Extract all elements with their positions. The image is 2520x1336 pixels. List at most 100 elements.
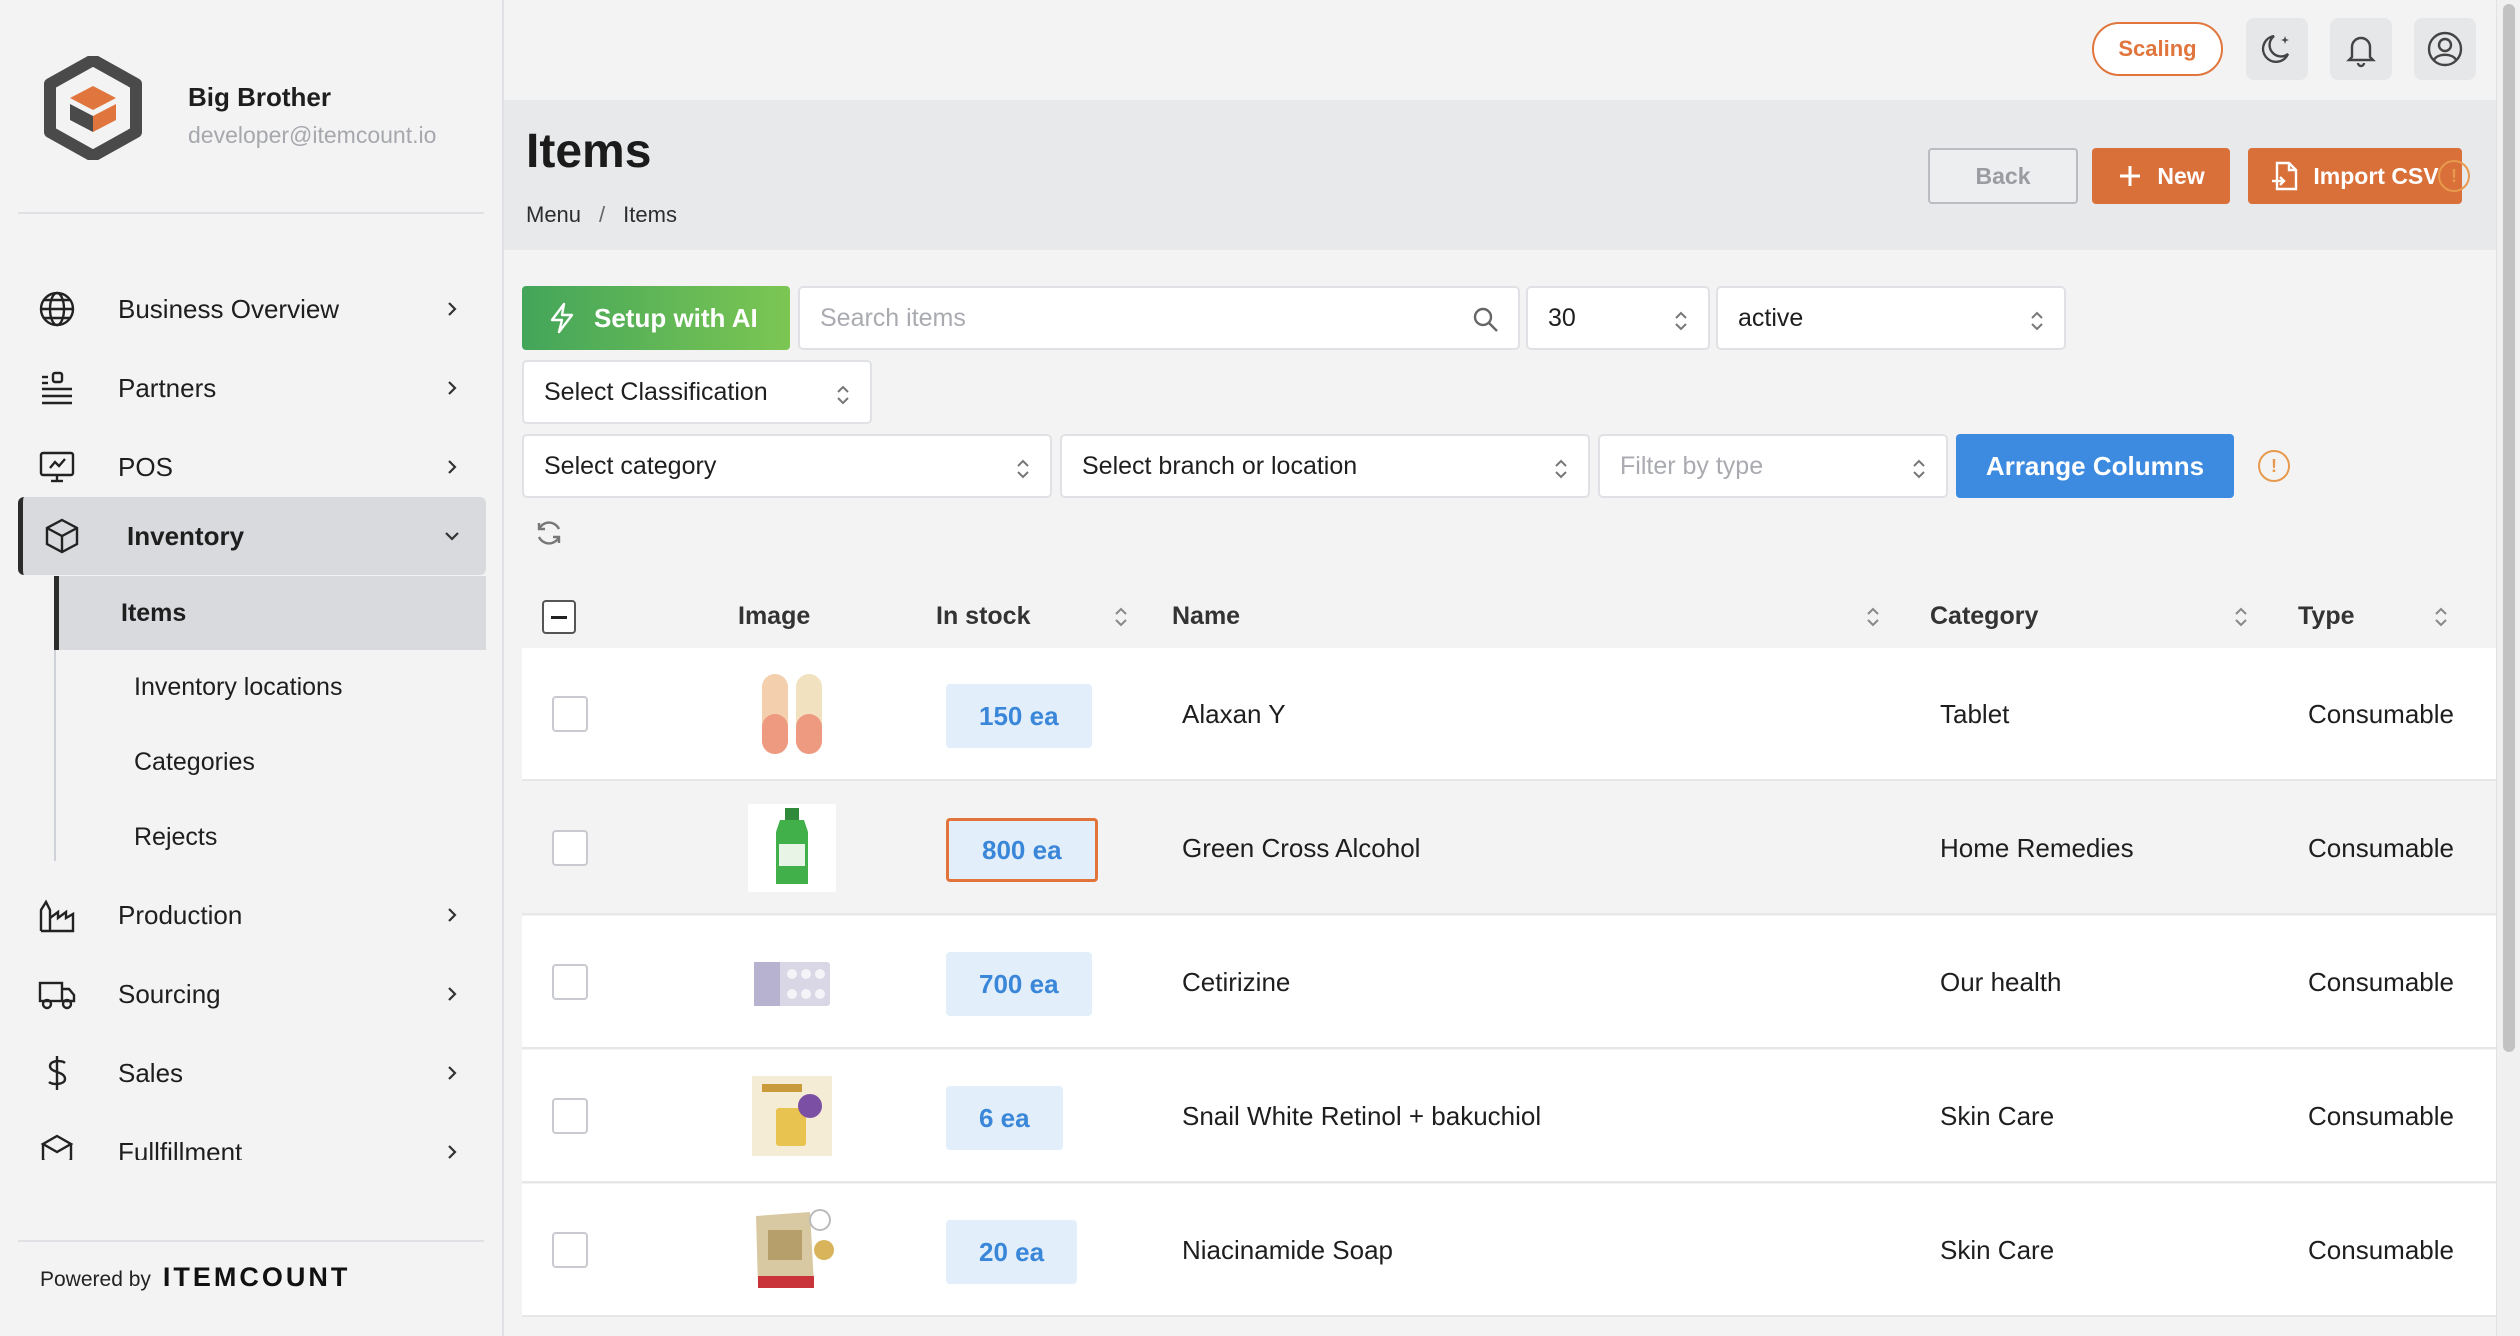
- breadcrumb-items: Items: [623, 202, 677, 227]
- column-header-type[interactable]: Type: [2298, 584, 2448, 648]
- branch-value: Select branch or location: [1082, 451, 1358, 480]
- classification-select[interactable]: Select Classification: [522, 360, 872, 424]
- new-button[interactable]: New: [2092, 148, 2230, 204]
- item-type: Consumable: [2308, 967, 2454, 997]
- chevron-right-icon: [448, 987, 457, 1001]
- sidebar-subitem-rejects[interactable]: Rejects: [54, 800, 486, 874]
- sidebar-divider-top: [18, 212, 484, 214]
- setup-with-ai-button[interactable]: Setup with AI: [522, 286, 790, 350]
- item-type: Consumable: [2308, 833, 2454, 863]
- sidebar-item-sales[interactable]: Sales: [18, 1034, 486, 1112]
- select-arrows-icon: [1555, 459, 1567, 479]
- search-input[interactable]: [820, 303, 1440, 333]
- back-button[interactable]: Back: [1928, 148, 2078, 204]
- sort-icon[interactable]: [1866, 606, 1880, 628]
- sidebar-subitem-inventory-locations[interactable]: Inventory locations: [54, 650, 486, 724]
- select-all-checkbox[interactable]: [542, 600, 576, 634]
- notifications-button[interactable]: [2330, 18, 2392, 80]
- search-icon[interactable]: [1472, 306, 1500, 334]
- moon-icon: [2261, 34, 2290, 64]
- factory-icon: [39, 899, 75, 933]
- row-checkbox[interactable]: [552, 964, 588, 1000]
- page-size-select[interactable]: 30: [1526, 286, 1710, 350]
- product-image-bottle: [748, 804, 836, 892]
- globe-icon: [39, 291, 75, 327]
- plus-icon: [2120, 166, 2141, 186]
- select-arrows-icon: [1913, 459, 1925, 479]
- new-button-label: New: [2157, 162, 2205, 189]
- scrollbar-thumb[interactable]: [2503, 4, 2515, 1052]
- sidebar-item-partners[interactable]: Partners: [18, 349, 486, 427]
- type-filter-select[interactable]: Filter by type: [1598, 434, 1948, 498]
- stock-badge[interactable]: 150 ea: [946, 684, 1092, 748]
- breadcrumb-menu[interactable]: Menu: [526, 202, 581, 228]
- column-header-category[interactable]: Category: [1930, 584, 2248, 648]
- user-email: developer@itemcount.io: [188, 122, 437, 148]
- sidebar-item-sourcing[interactable]: Sourcing: [18, 955, 486, 1033]
- row-checkbox[interactable]: [552, 1098, 588, 1134]
- category-select[interactable]: Select category: [522, 434, 1052, 498]
- page-title: Items: [526, 125, 652, 178]
- product-image-capsule: [748, 670, 836, 758]
- truck-icon: [38, 981, 76, 1010]
- select-arrows-icon: [1675, 311, 1687, 331]
- sidebar-divider-bottom: [18, 1240, 484, 1242]
- sidebar-subitem-categories[interactable]: Categories: [54, 725, 486, 799]
- arrange-columns-button[interactable]: Arrange Columns: [1956, 434, 2234, 498]
- table-row[interactable]: 6 ea Snail White Retinol + bakuchiol Ski…: [522, 1050, 2496, 1183]
- table-row[interactable]: 700 ea Cetirizine Our health Consumable: [522, 916, 2496, 1049]
- sidebar-item-label: Production: [118, 899, 243, 930]
- row-checkbox[interactable]: [552, 696, 588, 732]
- product-image-blister: [748, 938, 836, 1026]
- search-field[interactable]: [798, 286, 1520, 350]
- chevron-right-icon: [448, 302, 457, 316]
- column-header-in-stock[interactable]: In stock: [936, 584, 1128, 648]
- branch-select[interactable]: Select branch or location: [1060, 434, 1590, 498]
- sort-icon[interactable]: [2434, 606, 2448, 628]
- category-value: Select category: [544, 451, 717, 480]
- partners-icon: [42, 371, 72, 405]
- scaling-button[interactable]: Scaling: [2092, 22, 2223, 76]
- powered-by: Powered by ITEMCOUNT: [40, 1262, 350, 1293]
- row-checkbox[interactable]: [552, 1232, 588, 1268]
- table-row[interactable]: 20 ea Niacinamide Soap Skin Care Consuma…: [522, 1184, 2496, 1317]
- row-checkbox[interactable]: [552, 830, 588, 866]
- sidebar-item-business-overview[interactable]: Business Overview: [18, 270, 486, 348]
- profile-button[interactable]: [2414, 18, 2476, 80]
- sidebar-item-pos[interactable]: POS: [18, 428, 486, 506]
- sort-icon[interactable]: [1114, 606, 1128, 628]
- status-select[interactable]: active: [1716, 286, 2066, 350]
- sidebar-nav: Business Overview Partners POS Inventory…: [18, 270, 486, 1160]
- stock-badge[interactable]: 20 ea: [946, 1220, 1078, 1284]
- chevron-down-icon: [445, 532, 459, 541]
- classification-value: Select Classification: [544, 377, 768, 406]
- sidebar-item-fulfillment[interactable]: Fullfillment: [18, 1113, 486, 1160]
- stock-badge[interactable]: 6 ea: [946, 1086, 1063, 1150]
- sidebar-subitem-items[interactable]: Items: [54, 576, 486, 650]
- theme-toggle-button[interactable]: [2246, 18, 2308, 80]
- sidebar-item-production[interactable]: Production: [18, 876, 486, 954]
- stock-badge[interactable]: 800 ea: [946, 818, 1098, 882]
- table-row[interactable]: 800 ea Green Cross Alcohol Home Remedies…: [522, 782, 2496, 915]
- column-header-name[interactable]: Name: [1172, 584, 1880, 648]
- filters-info-icon[interactable]: !: [2258, 450, 2290, 482]
- page-scrollbar[interactable]: [2496, 0, 2520, 1336]
- table-row[interactable]: 150 ea Alaxan Y Tablet Consumable: [522, 648, 2496, 781]
- header-info-icon[interactable]: !: [2438, 160, 2470, 192]
- select-arrows-icon: [1017, 459, 1029, 479]
- items-content: Setup with AI 30 active Select Classific…: [504, 250, 2496, 1336]
- type-filter-placeholder: Filter by type: [1620, 451, 1764, 480]
- sidebar-item-inventory[interactable]: Inventory: [18, 497, 486, 575]
- item-category: Home Remedies: [1940, 833, 2134, 863]
- item-category: Our health: [1940, 967, 2062, 997]
- sidebar: Big Brother developer@itemcount.io Busin…: [0, 0, 504, 1336]
- column-header-label: In stock: [936, 601, 1031, 630]
- stock-badge[interactable]: 700 ea: [946, 952, 1092, 1016]
- refresh-icon[interactable]: [534, 518, 564, 548]
- sort-icon[interactable]: [2234, 606, 2248, 628]
- breadcrumb-separator: /: [599, 202, 606, 227]
- sidebar-item-label: Fullfillment: [118, 1136, 243, 1161]
- sidebar-item-label: Inventory: [127, 520, 245, 551]
- chevron-right-icon: [448, 1145, 457, 1159]
- import-csv-button[interactable]: Import CSV: [2248, 148, 2462, 204]
